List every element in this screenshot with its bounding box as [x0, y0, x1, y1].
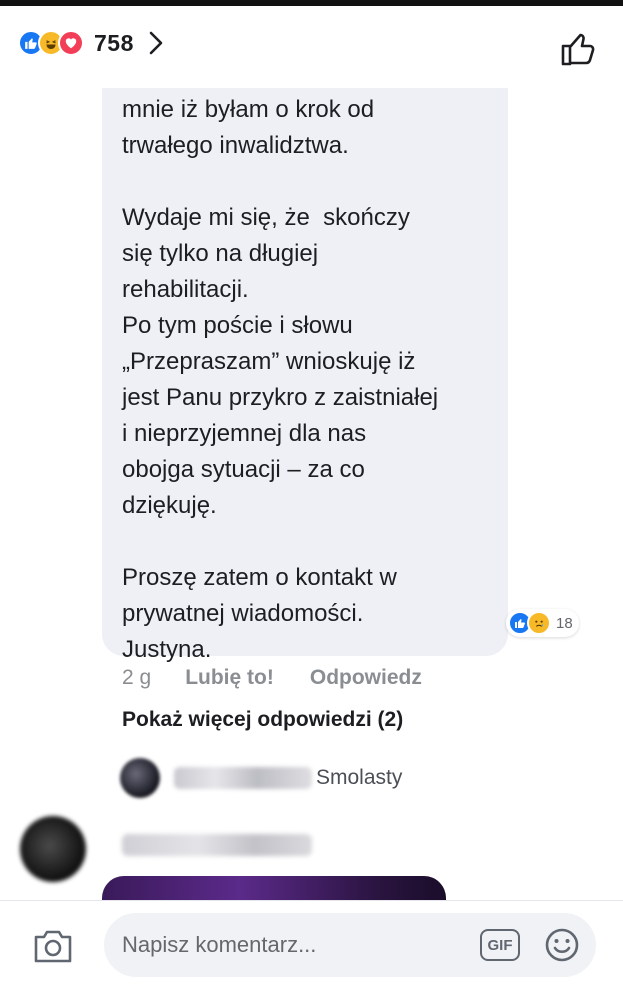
sad-reaction-icon: [527, 611, 551, 635]
like-link[interactable]: Lubię to!: [185, 666, 274, 690]
reaction-count: 758: [94, 29, 134, 56]
avatar: [120, 758, 160, 798]
comment-reaction-count: 18: [556, 614, 573, 632]
comment-media-image[interactable]: [102, 876, 446, 900]
reply-link[interactable]: Odpowiedz: [310, 666, 422, 690]
comment-bubble[interactable]: mnie iż byłam o krok od trwałego inwalid…: [102, 88, 508, 663]
comment-reactions[interactable]: 18: [506, 609, 579, 637]
avatar[interactable]: [20, 816, 86, 882]
comment-composer: GIF: [0, 900, 623, 986]
comment-actions: 2 g Lubię to! Odpowiedz: [122, 666, 422, 690]
camera-icon[interactable]: [32, 927, 74, 965]
love-reaction-icon: [58, 30, 84, 56]
blurred-name: [174, 767, 312, 789]
reactions-summary[interactable]: 758: [18, 28, 170, 58]
gif-button[interactable]: GIF: [480, 929, 520, 961]
reactions-header: 758: [0, 0, 623, 88]
comments-thread[interactable]: mnie iż byłam o krok od trwałego inwalid…: [0, 88, 623, 900]
blurred-name: [122, 834, 312, 856]
reply-preview-name: Smolasty: [316, 766, 403, 789]
show-more-replies-link[interactable]: Pokaż więcej odpowiedzi (2): [122, 708, 403, 732]
thumbs-up-icon[interactable]: [559, 30, 597, 68]
reply-preview[interactable]: Smolasty: [120, 758, 402, 798]
comment-time: 2 g: [122, 666, 152, 689]
comment-text: mnie iż byłam o krok od trwałego inwalid…: [122, 96, 439, 663]
chevron-right-icon[interactable]: [148, 28, 170, 58]
comment-input[interactable]: [104, 913, 596, 977]
smiley-icon[interactable]: [543, 926, 581, 964]
